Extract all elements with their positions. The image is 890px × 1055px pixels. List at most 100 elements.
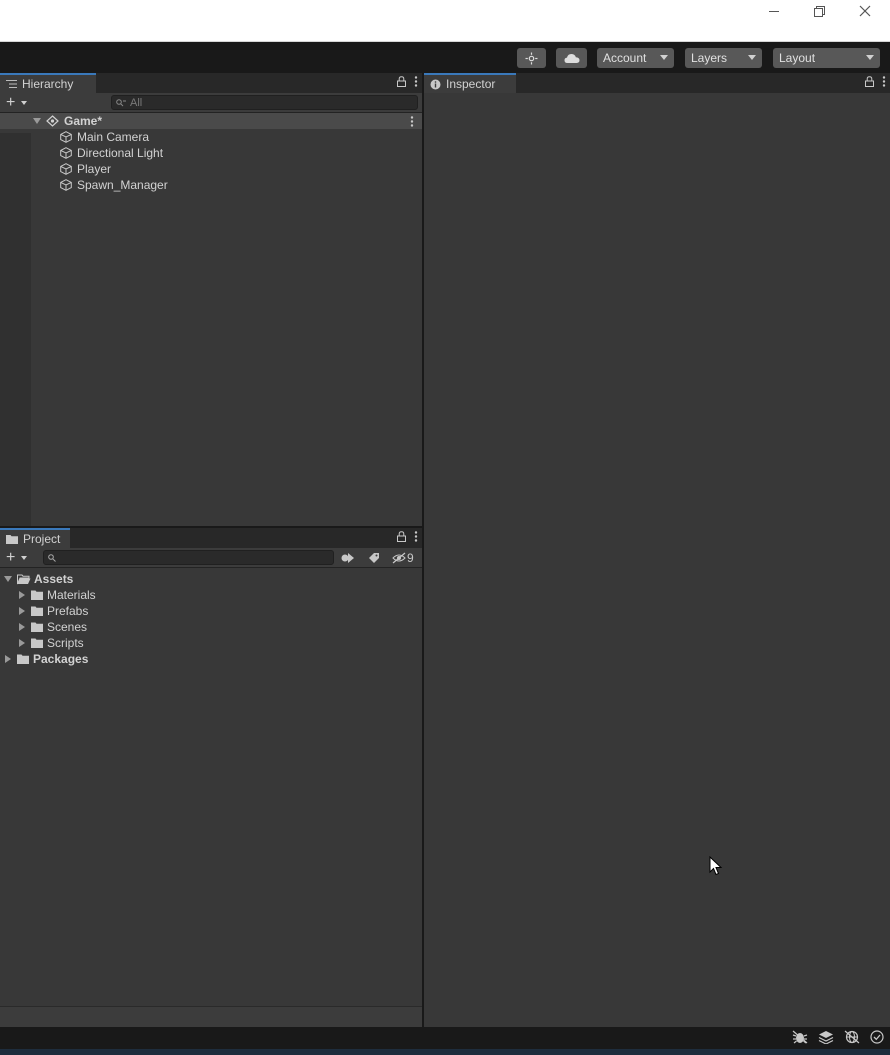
hierarchy-tabbar: Hierarchy bbox=[0, 73, 422, 93]
expand-arrow-icon[interactable] bbox=[4, 576, 12, 582]
project-item-label: Materials bbox=[47, 588, 96, 602]
kebab-menu-icon[interactable] bbox=[414, 531, 418, 542]
scene-name: Game* bbox=[64, 114, 103, 128]
project-item-label: Packages bbox=[33, 652, 89, 666]
project-panel: Project + 9 Assets Materials Prefabs Sce… bbox=[0, 528, 422, 1006]
collapse-arrow-icon[interactable] bbox=[19, 591, 25, 599]
restore-button[interactable] bbox=[797, 0, 842, 22]
collapse-arrow-icon[interactable] bbox=[19, 607, 25, 615]
status-bar bbox=[0, 1027, 890, 1049]
folder-icon bbox=[6, 535, 18, 544]
hierarchy-panel: Hierarchy + All Game* Main Camera Direct… bbox=[0, 73, 422, 526]
project-item-scripts[interactable]: Scripts bbox=[0, 635, 422, 651]
hierarchy-toolbar: + All bbox=[0, 93, 422, 113]
project-footer bbox=[0, 1006, 422, 1027]
chevron-down-icon bbox=[748, 55, 756, 60]
project-item-packages[interactable]: Packages bbox=[0, 651, 422, 667]
hidden-count: 9 bbox=[407, 551, 414, 565]
kebab-menu-icon[interactable] bbox=[414, 76, 418, 87]
close-icon bbox=[859, 5, 870, 17]
scene-icon bbox=[46, 115, 59, 127]
plus-icon[interactable]: + bbox=[6, 95, 15, 111]
lock-icon[interactable] bbox=[865, 76, 874, 87]
filter-type-icon[interactable] bbox=[341, 552, 355, 564]
folder-icon bbox=[31, 606, 43, 616]
account-dropdown[interactable]: Account bbox=[597, 48, 674, 68]
chevron-down-icon bbox=[660, 55, 668, 60]
project-search-input[interactable] bbox=[43, 550, 334, 565]
plus-icon[interactable]: + bbox=[6, 550, 15, 566]
minimize-icon bbox=[769, 10, 779, 12]
main-toolbar: Account Layers Layout bbox=[0, 43, 890, 73]
project-item-label: Assets bbox=[34, 572, 74, 586]
tab-project[interactable]: Project bbox=[0, 528, 70, 548]
layers-icon[interactable] bbox=[818, 1030, 834, 1044]
chevron-down-icon[interactable] bbox=[21, 556, 27, 560]
project-item-label: Scenes bbox=[47, 620, 88, 634]
tab-hierarchy[interactable]: Hierarchy bbox=[0, 73, 96, 93]
search-icon bbox=[116, 98, 126, 106]
folder-open-icon bbox=[17, 574, 31, 584]
collapse-arrow-icon[interactable] bbox=[19, 639, 25, 647]
services-button[interactable] bbox=[517, 48, 546, 68]
close-button[interactable] bbox=[842, 0, 887, 22]
project-item-scenes[interactable]: Scenes bbox=[0, 619, 422, 635]
collapse-arrow-icon[interactable] bbox=[5, 655, 11, 663]
hierarchy-item-label: Player bbox=[77, 162, 112, 176]
hierarchy-item-directional-light[interactable]: Directional Light bbox=[0, 145, 422, 161]
kebab-menu-icon[interactable] bbox=[410, 116, 414, 127]
gameobject-icon bbox=[60, 131, 72, 143]
hierarchy-item-label: Main Camera bbox=[77, 130, 150, 144]
folder-icon bbox=[31, 638, 43, 648]
tab-hierarchy-label: Hierarchy bbox=[22, 77, 74, 91]
collapse-arrow-icon[interactable] bbox=[19, 623, 25, 631]
project-item-assets[interactable]: Assets bbox=[0, 571, 422, 587]
tab-inspector-label: Inspector bbox=[446, 77, 496, 91]
inspector-panel: Inspector bbox=[424, 73, 890, 1027]
chevron-down-icon bbox=[866, 55, 874, 60]
tab-project-label: Project bbox=[23, 532, 61, 546]
network-icon[interactable] bbox=[844, 1030, 860, 1044]
layers-label: Layers bbox=[691, 51, 728, 65]
hierarchy-item-label: Spawn_Manager bbox=[77, 178, 168, 192]
filter-label-icon[interactable] bbox=[368, 552, 380, 564]
layout-dropdown[interactable]: Layout bbox=[773, 48, 880, 68]
hierarchy-search-input[interactable]: All bbox=[111, 95, 418, 110]
folder-icon bbox=[31, 590, 43, 600]
project-item-label: Scripts bbox=[47, 636, 84, 650]
cloud-button[interactable] bbox=[556, 48, 587, 68]
restore-icon bbox=[814, 5, 825, 17]
account-label: Account bbox=[603, 51, 647, 65]
project-item-prefabs[interactable]: Prefabs bbox=[0, 603, 422, 619]
checkmark-icon[interactable] bbox=[870, 1030, 884, 1044]
folder-icon bbox=[31, 622, 43, 632]
bug-icon[interactable] bbox=[792, 1030, 808, 1044]
taskbar-strip bbox=[0, 1049, 890, 1055]
hierarchy-item-main-camera[interactable]: Main Camera bbox=[0, 129, 422, 145]
minimize-button[interactable] bbox=[752, 0, 797, 22]
lock-icon[interactable] bbox=[397, 531, 406, 542]
list-icon bbox=[6, 80, 17, 88]
gameobject-icon bbox=[60, 163, 72, 175]
hidden-eye-icon bbox=[392, 552, 406, 564]
hierarchy-item-player[interactable]: Player bbox=[0, 161, 422, 177]
hidden-packages-toggle[interactable]: 9 bbox=[392, 551, 414, 565]
project-toolbar: + 9 bbox=[0, 548, 422, 568]
inspector-tabbar: Inspector bbox=[424, 73, 890, 93]
gameobject-icon bbox=[60, 179, 72, 191]
layers-dropdown[interactable]: Layers bbox=[685, 48, 762, 68]
chevron-down-icon[interactable] bbox=[21, 101, 27, 105]
expand-arrow-icon[interactable] bbox=[33, 118, 41, 124]
mouse-cursor-icon bbox=[709, 856, 723, 876]
info-icon bbox=[430, 79, 441, 89]
scene-row[interactable]: Game* bbox=[0, 113, 422, 129]
kebab-menu-icon[interactable] bbox=[882, 76, 886, 87]
hierarchy-item-spawn-manager[interactable]: Spawn_Manager bbox=[0, 177, 422, 193]
project-item-materials[interactable]: Materials bbox=[0, 587, 422, 603]
hierarchy-item-label: Directional Light bbox=[77, 146, 164, 160]
tab-inspector[interactable]: Inspector bbox=[424, 73, 516, 93]
gameobject-icon bbox=[60, 147, 72, 159]
services-icon bbox=[525, 52, 538, 64]
lock-icon[interactable] bbox=[397, 76, 406, 87]
project-item-label: Prefabs bbox=[47, 604, 89, 618]
